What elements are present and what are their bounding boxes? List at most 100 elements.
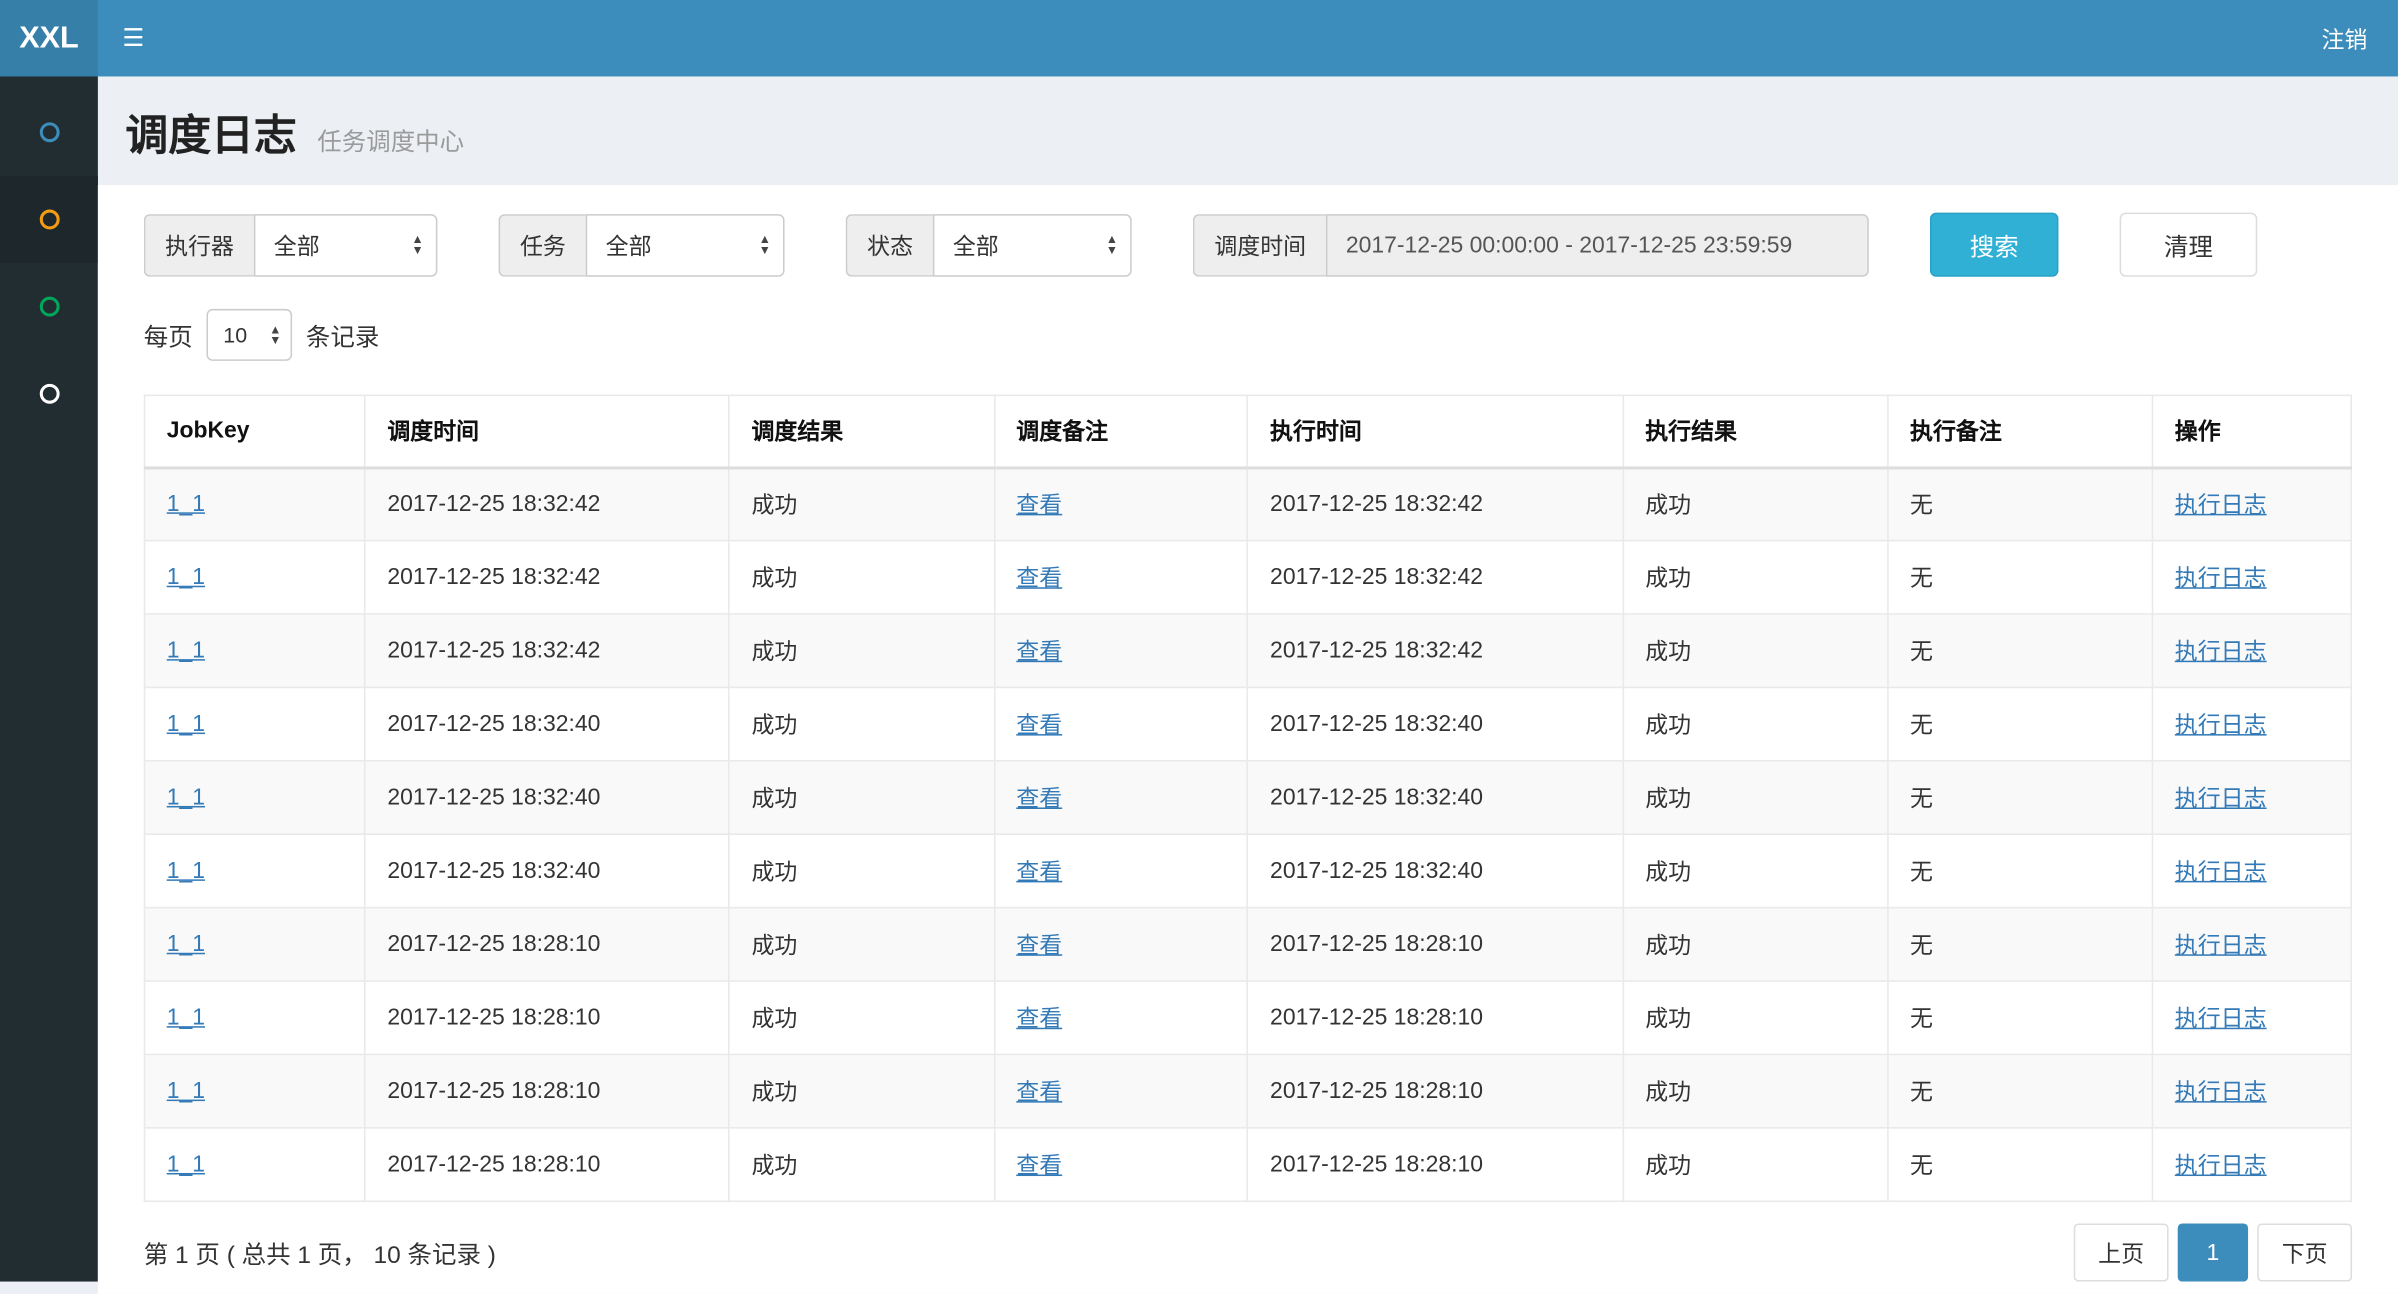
trigger-result-cell: 成功 [729, 1054, 994, 1127]
jobkey-cell: 1_1 [145, 908, 366, 981]
jobkey-link[interactable]: 1_1 [167, 1152, 205, 1178]
exec-log-link[interactable]: 执行日志 [2175, 566, 2267, 592]
trigger-time-cell: 2017-12-25 18:28:10 [365, 981, 729, 1054]
sidebar-item-2[interactable] [0, 176, 98, 263]
trigger-msg-link[interactable]: 查看 [1016, 566, 1062, 592]
exec-log-link[interactable]: 执行日志 [2175, 933, 2267, 959]
page-subtitle: 任务调度中心 [317, 130, 464, 156]
trigger-msg-link[interactable]: 查看 [1016, 859, 1062, 885]
trigger-msg-link[interactable]: 查看 [1016, 1080, 1062, 1106]
trigger-msg-cell: 查看 [994, 541, 1248, 614]
jobkey-link[interactable]: 1_1 [167, 491, 205, 517]
trigger-msg-cell: 查看 [994, 908, 1248, 981]
exec-log-link[interactable]: 执行日志 [2175, 713, 2267, 739]
handle-msg-cell: 无 [1888, 761, 2153, 834]
log-table-body: 1_1 2017-12-25 18:32:42 成功 查看 2017-12-25… [145, 467, 2352, 1201]
trigger-msg-link[interactable]: 查看 [1016, 713, 1062, 739]
jobkey-link[interactable]: 1_1 [167, 1078, 205, 1104]
job-select[interactable]: 全部 ▲▼ [586, 213, 785, 276]
top-navbar: XXL ☰ 注销 [0, 0, 2398, 76]
jobkey-link[interactable]: 1_1 [167, 931, 205, 957]
trigger-time-range-input[interactable] [1326, 213, 1869, 276]
col-header-trigger-result: 调度结果 [729, 395, 994, 467]
table-row: 1_1 2017-12-25 18:32:40 成功 查看 2017-12-25… [145, 687, 2352, 760]
trigger-msg-cell: 查看 [994, 834, 1248, 907]
clear-button[interactable]: 清理 [2120, 213, 2258, 277]
search-button[interactable]: 搜索 [1930, 213, 2058, 277]
action-cell: 执行日志 [2153, 834, 2352, 907]
page-header: 调度日志 任务调度中心 [98, 76, 2398, 185]
exec-log-link[interactable]: 执行日志 [2175, 639, 2267, 665]
status-select-value: 全部 [953, 229, 999, 261]
col-header-handle-time: 执行时间 [1248, 395, 1623, 467]
page-1-button[interactable]: 1 [2178, 1223, 2248, 1281]
handle-result-cell: 成功 [1623, 834, 1888, 907]
job-label: 任务 [499, 213, 586, 276]
col-header-trigger-time: 调度时间 [365, 395, 729, 467]
jobkey-link[interactable]: 1_1 [167, 1005, 205, 1031]
col-header-handle-msg: 执行备注 [1888, 395, 2153, 467]
logout-link[interactable]: 注销 [2321, 22, 2367, 54]
exec-log-link[interactable]: 执行日志 [2175, 1006, 2267, 1032]
select-arrows-icon: ▲▼ [269, 324, 281, 345]
handle-msg-cell: 无 [1888, 834, 2153, 907]
jobkey-link[interactable]: 1_1 [167, 858, 205, 884]
page-size-select[interactable]: 10 ▲▼ [206, 309, 292, 361]
circle-outline-icon [39, 122, 59, 142]
status-select[interactable]: 全部 ▲▼ [933, 213, 1132, 276]
jobkey-link[interactable]: 1_1 [167, 785, 205, 811]
executor-select[interactable]: 全部 ▲▼ [254, 213, 438, 276]
prev-page-button[interactable]: 上页 [2074, 1223, 2169, 1281]
table-row: 1_1 2017-12-25 18:28:10 成功 查看 2017-12-25… [145, 1128, 2352, 1201]
jobkey-cell: 1_1 [145, 1054, 366, 1127]
handle-time-cell: 2017-12-25 18:32:40 [1248, 834, 1623, 907]
trigger-msg-cell: 查看 [994, 1054, 1248, 1127]
sidebar-item-1[interactable] [0, 89, 98, 176]
body-row: 调度日志 任务调度中心 执行器 全部 ▲▼ 任务 全部 [0, 76, 2398, 1281]
trigger-result-cell: 成功 [729, 981, 994, 1054]
trigger-msg-link[interactable]: 查看 [1016, 639, 1062, 665]
trigger-msg-link[interactable]: 查看 [1016, 786, 1062, 812]
trigger-result-cell: 成功 [729, 467, 994, 540]
hamburger-icon: ☰ [122, 23, 144, 54]
trigger-msg-link[interactable]: 查看 [1016, 1006, 1062, 1032]
exec-log-link[interactable]: 执行日志 [2175, 1080, 2267, 1106]
sidebar [0, 76, 98, 1281]
exec-log-link[interactable]: 执行日志 [2175, 1153, 2267, 1179]
handle-result-cell: 成功 [1623, 981, 1888, 1054]
app-logo[interactable]: XXL [0, 0, 98, 76]
jobkey-cell: 1_1 [145, 541, 366, 614]
handle-time-cell: 2017-12-25 18:32:42 [1248, 541, 1623, 614]
exec-log-link[interactable]: 执行日志 [2175, 859, 2267, 885]
trigger-msg-link[interactable]: 查看 [1016, 1153, 1062, 1179]
action-cell: 执行日志 [2153, 467, 2352, 540]
sidebar-item-3[interactable] [0, 263, 98, 350]
page-size-prefix: 每页 [144, 317, 193, 354]
jobkey-link[interactable]: 1_1 [167, 564, 205, 590]
action-cell: 执行日志 [2153, 981, 2352, 1054]
table-row: 1_1 2017-12-25 18:32:40 成功 查看 2017-12-25… [145, 761, 2352, 834]
trigger-msg-link[interactable]: 查看 [1016, 493, 1062, 519]
filter-job: 任务 全部 ▲▼ [499, 213, 785, 276]
next-page-button[interactable]: 下页 [2257, 1223, 2352, 1281]
trigger-result-cell: 成功 [729, 687, 994, 760]
navbar-main: ☰ 注销 [98, 0, 2398, 76]
trigger-msg-cell: 查看 [994, 981, 1248, 1054]
handle-time-cell: 2017-12-25 18:28:10 [1248, 981, 1623, 1054]
action-cell: 执行日志 [2153, 1054, 2352, 1127]
jobkey-link[interactable]: 1_1 [167, 638, 205, 664]
trigger-result-cell: 成功 [729, 908, 994, 981]
action-cell: 执行日志 [2153, 908, 2352, 981]
exec-log-link[interactable]: 执行日志 [2175, 786, 2267, 812]
trigger-msg-cell: 查看 [994, 1128, 1248, 1201]
exec-log-link[interactable]: 执行日志 [2175, 493, 2267, 519]
select-arrows-icon: ▲▼ [1106, 234, 1118, 255]
handle-msg-cell: 无 [1888, 614, 2153, 687]
trigger-msg-link[interactable]: 查看 [1016, 933, 1062, 959]
sidebar-item-4[interactable] [0, 350, 98, 437]
handle-result-cell: 成功 [1623, 908, 1888, 981]
circle-outline-icon [39, 297, 59, 317]
trigger-time-cell: 2017-12-25 18:28:10 [365, 908, 729, 981]
sidebar-toggle-button[interactable]: ☰ [98, 0, 169, 76]
jobkey-link[interactable]: 1_1 [167, 711, 205, 737]
